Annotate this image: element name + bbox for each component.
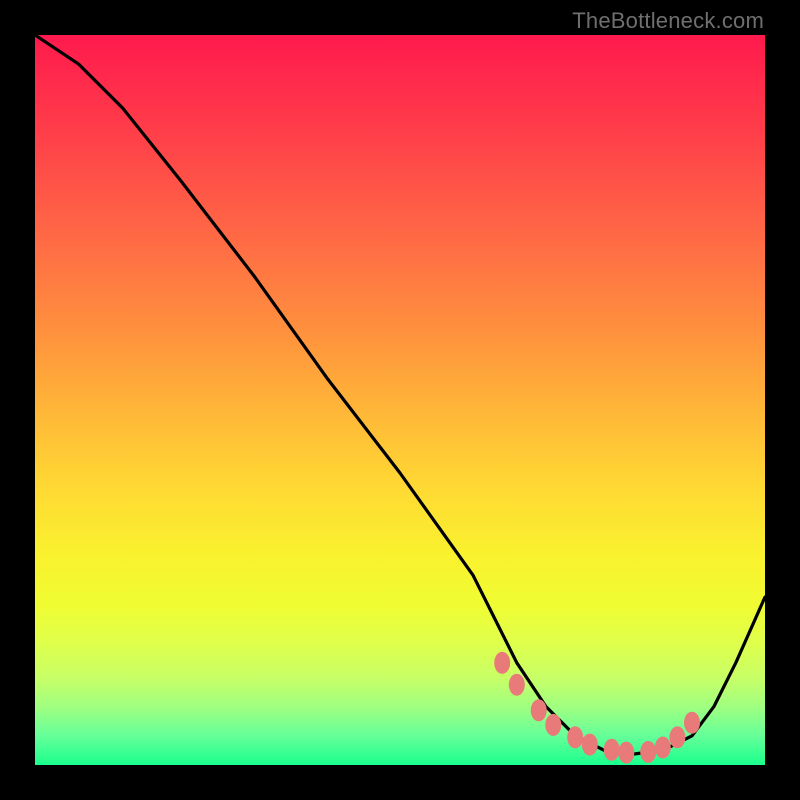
- bottleneck-marker: [640, 741, 656, 763]
- bottleneck-marker: [494, 652, 510, 674]
- bottleneck-marker: [545, 714, 561, 736]
- bottleneck-marker: [582, 734, 598, 756]
- bottleneck-marker: [567, 726, 583, 748]
- chart-svg: [35, 35, 765, 765]
- chart-frame: TheBottleneck.com: [0, 0, 800, 800]
- bottleneck-marker: [669, 726, 685, 748]
- watermark-text: TheBottleneck.com: [572, 8, 764, 34]
- bottleneck-marker: [604, 739, 620, 761]
- bottleneck-marker: [618, 742, 634, 764]
- bottleneck-marker: [509, 674, 525, 696]
- bottleneck-curve: [35, 35, 765, 754]
- plot-area: [35, 35, 765, 765]
- bottleneck-zone-markers: [494, 652, 700, 764]
- bottleneck-marker: [531, 699, 547, 721]
- bottleneck-marker: [655, 737, 671, 759]
- bottleneck-marker: [684, 712, 700, 734]
